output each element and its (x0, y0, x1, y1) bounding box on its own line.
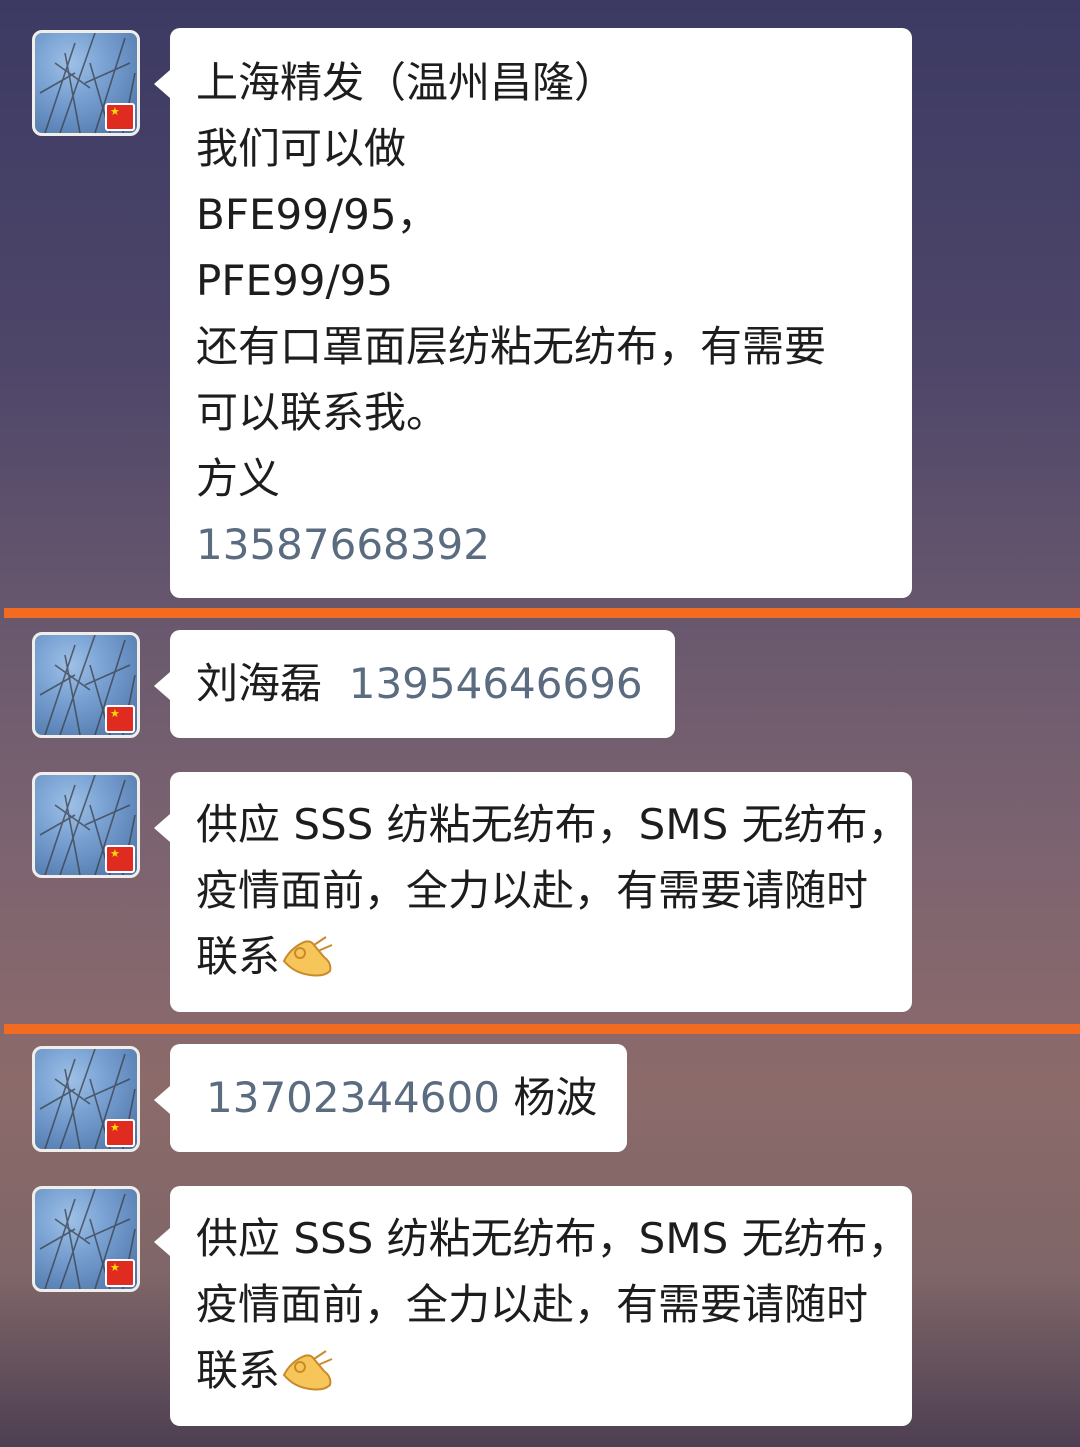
separator-line (4, 1024, 1080, 1034)
china-flag-icon: ★ (105, 1259, 135, 1287)
china-flag-icon: ★ (105, 103, 135, 131)
message-line: 联系 (196, 932, 281, 981)
message-line: 还有口罩面层纺粘无纺布，有需要 (196, 322, 827, 371)
separator-line (4, 608, 1080, 618)
message-line: 方义 (196, 454, 281, 503)
message-line: 疫情面前，全力以赴，有需要请随时 (196, 866, 869, 915)
china-flag-icon: ★ (105, 1119, 135, 1147)
message-line: PFE99/95 (196, 256, 394, 305)
phone-link[interactable]: 13954646696 (349, 659, 643, 708)
message-bubble: 上海精发（温州昌隆） 我们可以做 BFE99/95， PFE99/95 还有口罩… (154, 28, 912, 598)
avatar[interactable]: ★ (32, 1046, 140, 1152)
message-line: 供应 SSS 纺粘无纺布，SMS 无纺布， (196, 800, 910, 849)
message-bubble: 刘海磊 13954646696 (154, 630, 675, 738)
message-bubble: 供应 SSS 纺粘无纺布，SMS 无纺布， 疫情面前，全力以赴，有需要请随时 联… (154, 1186, 912, 1426)
message-line: 可以联系我。 (196, 388, 449, 437)
avatar[interactable]: ★ (32, 30, 140, 136)
avatar[interactable]: ★ (32, 1186, 140, 1292)
avatar[interactable]: ★ (32, 632, 140, 738)
message-line: 联系 (196, 1346, 281, 1395)
message-line: 疫情面前，全力以赴，有需要请随时 (196, 1280, 869, 1329)
contact-name: 杨波 (513, 1073, 598, 1122)
ok-hand-icon (282, 936, 333, 977)
avatar[interactable]: ★ (32, 772, 140, 878)
message-bubble: 13702344600 杨波 (154, 1044, 627, 1152)
phone-link[interactable]: 13587668392 (196, 512, 888, 578)
message-line: 上海精发（温州昌隆） (196, 58, 617, 107)
china-flag-icon: ★ (105, 705, 135, 733)
message-line: 供应 SSS 纺粘无纺布，SMS 无纺布， (196, 1214, 910, 1263)
message-line: BFE99/95， (196, 190, 439, 239)
message-line: 我们可以做 (196, 124, 407, 173)
china-flag-icon: ★ (105, 845, 135, 873)
message-bubble: 供应 SSS 纺粘无纺布，SMS 无纺布， 疫情面前，全力以赴，有需要请随时 联… (154, 772, 912, 1012)
phone-link[interactable]: 13702344600 (206, 1073, 500, 1122)
ok-hand-icon (282, 1350, 333, 1391)
contact-name: 刘海磊 (196, 659, 323, 708)
